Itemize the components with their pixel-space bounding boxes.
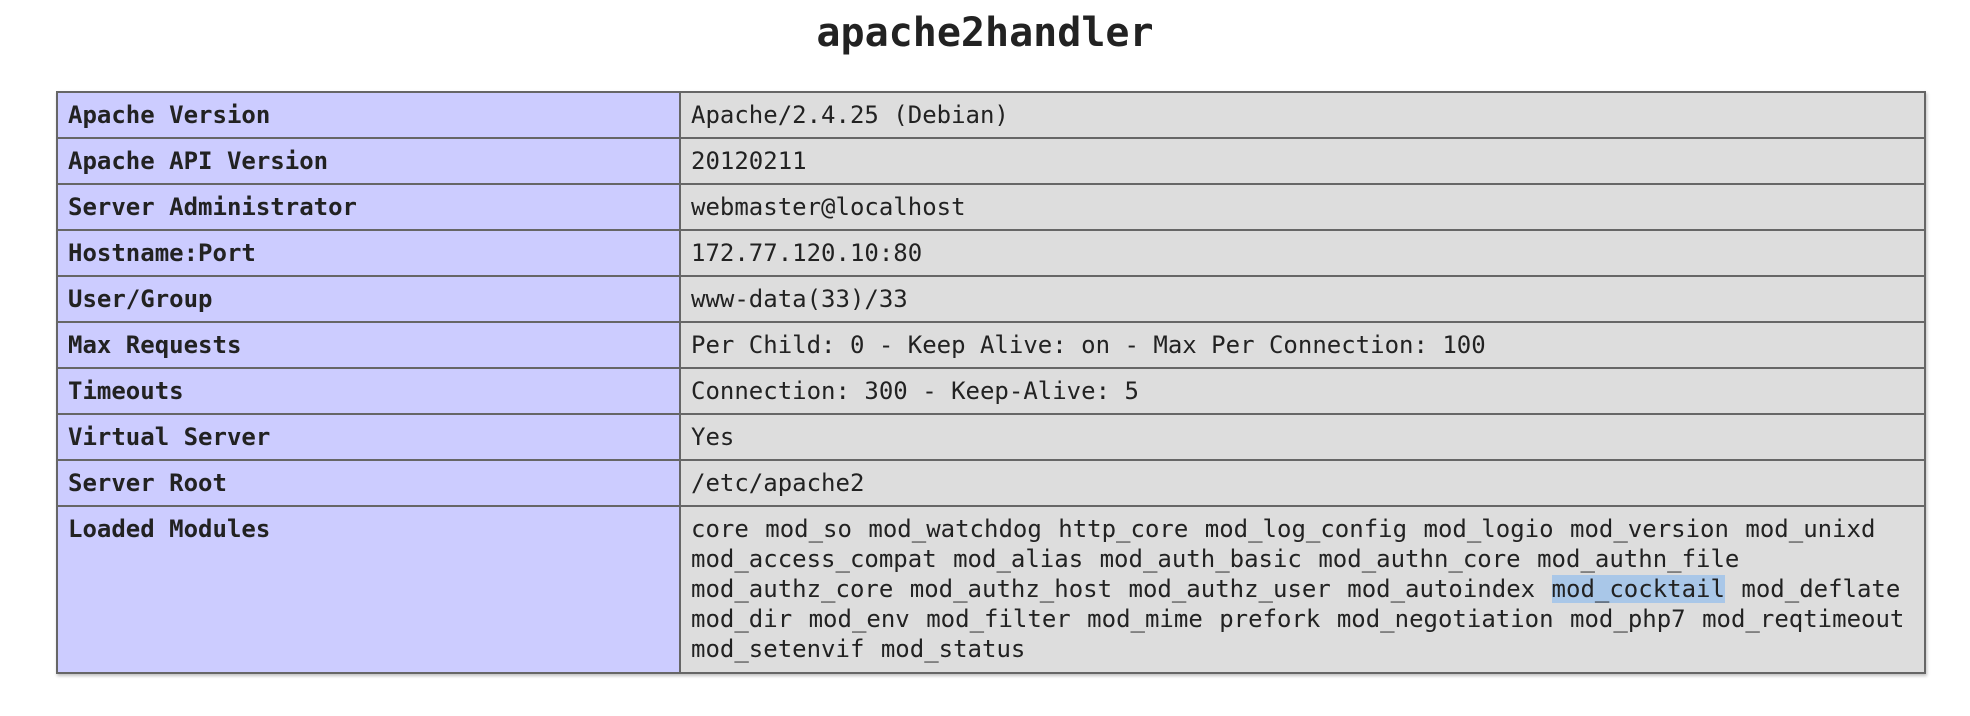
module-mod-watchdog: mod_watchdog	[868, 515, 1042, 543]
row-value-timeouts: Connection: 300 - Keep-Alive: 5	[679, 367, 1926, 415]
module-mod-unixd: mod_unixd	[1745, 515, 1876, 543]
module-mod-negotiation: mod_negotiation	[1336, 605, 1554, 633]
module-mod-dir: mod_dir	[691, 605, 793, 633]
table-row-apache-api-version: Apache API Version 20120211	[56, 137, 1926, 185]
row-value-user-group: www-data(33)/33	[679, 275, 1926, 323]
module-mod-alias: mod_alias	[953, 545, 1084, 573]
module-mod-log-config: mod_log_config	[1204, 515, 1408, 543]
module-mod-setenvif: mod_setenvif	[691, 635, 865, 663]
module-mod-authn-file: mod_authn_file	[1537, 545, 1740, 573]
row-key-hostname-port: Hostname:Port	[56, 229, 681, 277]
apache2handler-info-table: Apache Version Apache/2.4.25 (Debian) Ap…	[56, 91, 1926, 674]
row-value-apache-api-version: 20120211	[679, 137, 1926, 185]
row-key-apache-version: Apache Version	[56, 91, 681, 139]
table-row-server-root: Server Root /etc/apache2	[56, 459, 1926, 507]
module-mod-status: mod_status	[880, 635, 1026, 663]
row-key-server-root: Server Root	[56, 459, 681, 507]
row-key-user-group: User/Group	[56, 275, 681, 323]
row-key-server-administrator: Server Administrator	[56, 183, 681, 231]
module-mod-php7: mod_php7	[1570, 605, 1686, 633]
page-title: apache2handler	[816, 10, 1154, 56]
row-key-max-requests: Max Requests	[56, 321, 681, 369]
row-value-max-requests: Per Child: 0 - Keep Alive: on - Max Per …	[679, 321, 1926, 369]
row-key-loaded-modules: Loaded Modules	[56, 505, 681, 674]
module-http-core: http_core	[1058, 515, 1189, 543]
module-mod-logio: mod_logio	[1423, 515, 1554, 543]
module-mod-cocktail: mod_cocktail	[1551, 575, 1725, 603]
module-mod-so: mod_so	[765, 515, 852, 543]
module-mod-access-compat: mod_access_compat	[691, 545, 937, 573]
table-row-max-requests: Max Requests Per Child: 0 - Keep Alive: …	[56, 321, 1926, 369]
row-value-hostname-port: 172.77.120.10:80	[679, 229, 1926, 277]
table-row-timeouts: Timeouts Connection: 300 - Keep-Alive: 5	[56, 367, 1926, 415]
module-prefork: prefork	[1219, 605, 1321, 633]
loaded-modules-list: core mod_so mod_watchdog http_core mod_l…	[679, 505, 1926, 674]
table-row-apache-version: Apache Version Apache/2.4.25 (Debian)	[56, 91, 1926, 139]
module-mod-filter: mod_filter	[926, 605, 1071, 633]
table-row-server-administrator: Server Administrator webmaster@localhost	[56, 183, 1926, 231]
module-mod-autoindex: mod_autoindex	[1347, 575, 1536, 603]
module-mod-mime: mod_mime	[1087, 605, 1203, 633]
module-mod-env: mod_env	[808, 605, 910, 633]
module-mod-authz-core: mod_authz_core	[691, 575, 894, 603]
table-row-hostname-port: Hostname:Port 172.77.120.10:80	[56, 229, 1926, 277]
table-row-loaded-modules: Loaded Modules core mod_so mod_watchdog …	[56, 505, 1926, 674]
module-mod-authz-host: mod_authz_host	[909, 575, 1113, 603]
table-row-user-group: User/Group www-data(33)/33	[56, 275, 1926, 323]
table-row-virtual-server: Virtual Server Yes	[56, 413, 1926, 461]
module-mod-deflate: mod_deflate	[1741, 575, 1901, 603]
module-mod-auth-basic: mod_auth_basic	[1099, 545, 1302, 573]
module-core: core	[691, 515, 749, 543]
row-key-apache-api-version: Apache API Version	[56, 137, 681, 185]
module-mod-authn-core: mod_authn_core	[1318, 545, 1521, 573]
row-value-apache-version: Apache/2.4.25 (Debian)	[679, 91, 1926, 139]
module-mod-reqtimeout: mod_reqtimeout	[1702, 605, 1905, 633]
row-key-virtual-server: Virtual Server	[56, 413, 681, 461]
row-key-timeouts: Timeouts	[56, 367, 681, 415]
row-value-virtual-server: Yes	[679, 413, 1926, 461]
row-value-server-root: /etc/apache2	[679, 459, 1926, 507]
module-mod-version: mod_version	[1570, 515, 1729, 543]
row-value-server-administrator: webmaster@localhost	[679, 183, 1926, 231]
module-mod-authz-user: mod_authz_user	[1128, 575, 1331, 603]
